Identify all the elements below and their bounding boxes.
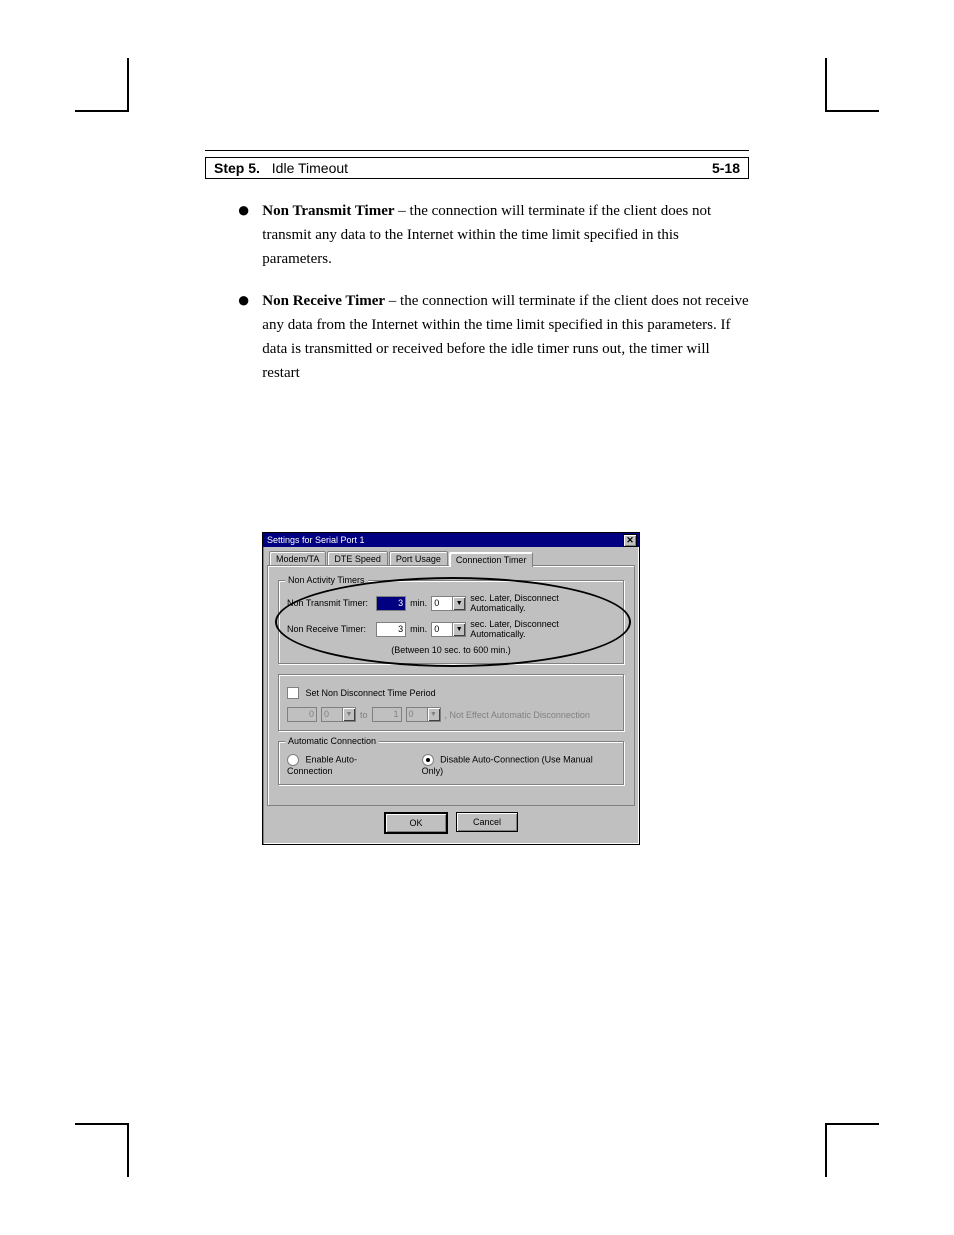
radio-icon	[422, 754, 434, 766]
step-label: Step 5.	[214, 160, 260, 176]
non-transmit-suffix: sec. Later, Disconnect Automatically.	[470, 593, 615, 613]
header-bar: Step 5. Idle Timeout 5-18	[205, 157, 749, 179]
bullet-item: ● Non Receive Timer – the connection wil…	[237, 289, 749, 385]
group-non-activity-timers: Non Activity Timers Non Transmit Timer: …	[278, 580, 624, 664]
dialog-title: Settings for Serial Port 1	[267, 535, 623, 545]
body-text: ● Non Transmit Timer – the connection wi…	[205, 179, 749, 413]
bullet-text: Non Transmit Timer – the connection will…	[262, 199, 749, 271]
non-receive-min-input[interactable]: 3	[376, 622, 406, 637]
radio-disable-auto[interactable]: Disable Auto-Connection (Use Manual Only…	[422, 754, 615, 776]
header-rule	[205, 150, 749, 151]
titlebar[interactable]: Settings for Serial Port 1 ✕	[263, 533, 639, 547]
nd-to-sep: to	[360, 710, 368, 720]
non-receive-sec-dropdown[interactable]: 0 ▼	[431, 622, 466, 637]
nd-from-h: 0	[287, 707, 317, 722]
non-transmit-min-input[interactable]: 3	[376, 596, 406, 611]
chevron-down-icon: ▼	[427, 707, 441, 722]
dialog-client: Modem/TA DTE Speed Port Usage Connection…	[263, 547, 639, 844]
ok-button[interactable]: OK	[384, 812, 448, 834]
chevron-down-icon[interactable]: ▼	[452, 596, 466, 611]
close-button[interactable]: ✕	[623, 534, 637, 547]
nd-to-m-dropdown: 0 ▼	[406, 707, 441, 722]
radio-disable-label: Disable Auto-Connection (Use Manual Only…	[422, 754, 593, 776]
bullet-bold: Non Transmit Timer	[262, 203, 394, 219]
crop-mark-br	[825, 1123, 879, 1177]
crop-mark-tl	[75, 58, 129, 112]
row-non-transmit: Non Transmit Timer: 3 min. 0 ▼ sec. Late…	[287, 593, 615, 613]
dialog-buttons: OK Cancel	[267, 806, 635, 840]
chevron-down-icon[interactable]: ▼	[452, 622, 466, 637]
close-icon: ✕	[626, 536, 634, 545]
radio-enable-auto[interactable]: Enable Auto-Connection	[287, 754, 402, 776]
non-transmit-sec-dropdown[interactable]: 0 ▼	[431, 596, 466, 611]
tab-dte-speed[interactable]: DTE Speed	[327, 551, 388, 566]
group-automatic-connection: Automatic Connection Enable Auto-Connect…	[278, 741, 624, 785]
tab-panel: Non Activity Timers Non Transmit Timer: …	[267, 565, 635, 806]
set-non-disconnect-checkbox[interactable]	[287, 687, 299, 699]
nd-to-m-value: 0	[406, 707, 427, 722]
nd-to-h: 1	[372, 707, 402, 722]
bullet-icon: ●	[237, 199, 250, 221]
settings-dialog: Settings for Serial Port 1 ✕ Modem/TA DT…	[262, 532, 640, 845]
bullet-item: ● Non Transmit Timer – the connection wi…	[237, 199, 749, 271]
range-hint: (Between 10 sec. to 600 min.)	[287, 645, 615, 655]
non-receive-suffix: sec. Later, Disconnect Automatically.	[470, 619, 615, 639]
bullet-text: Non Receive Timer – the connection will …	[262, 289, 749, 385]
unit-min: min.	[410, 624, 427, 634]
crop-mark-tr	[825, 58, 879, 112]
group-non-disconnect: Set Non Disconnect Time Period 0 0 ▼ to …	[278, 674, 624, 731]
auto-connection-row: Enable Auto-Connection Disable Auto-Conn…	[287, 754, 615, 776]
radio-icon	[287, 754, 299, 766]
non-transmit-sec-value: 0	[431, 596, 452, 611]
tab-modem-ta[interactable]: Modem/TA	[269, 551, 326, 566]
tab-strip: Modem/TA DTE Speed Port Usage Connection…	[267, 551, 635, 566]
bullet-icon: ●	[237, 289, 250, 311]
nd-from-m-value: 0	[321, 707, 342, 722]
tab-port-usage[interactable]: Port Usage	[389, 551, 448, 566]
header-left: Step 5. Idle Timeout	[214, 160, 348, 176]
nd-tail: , Not Effect Automatic Disconnection	[445, 710, 590, 720]
set-non-disconnect-label: Set Non Disconnect Time Period	[306, 688, 436, 698]
bullet-bold: Non Receive Timer	[262, 293, 385, 309]
step-text: Idle Timeout	[272, 160, 348, 176]
tab-connection-timer[interactable]: Connection Timer	[449, 552, 534, 567]
cancel-button[interactable]: Cancel	[456, 812, 518, 832]
nd-from-m-dropdown: 0 ▼	[321, 707, 356, 722]
row-non-disconnect-range: 0 0 ▼ to 1 0 ▼ , Not Effect Automatic Di…	[287, 707, 615, 722]
non-receive-sec-value: 0	[431, 622, 452, 637]
label-non-receive: Non Receive Timer:	[287, 624, 372, 634]
page-content: Step 5. Idle Timeout 5-18 ● Non Transmit…	[205, 150, 749, 413]
group-title: Non Activity Timers	[285, 575, 368, 585]
page-number: 5-18	[712, 160, 740, 176]
row-non-receive: Non Receive Timer: 3 min. 0 ▼ sec. Later…	[287, 619, 615, 639]
row-set-non-disconnect: Set Non Disconnect Time Period	[287, 687, 615, 699]
label-non-transmit: Non Transmit Timer:	[287, 598, 372, 608]
unit-min: min.	[410, 598, 427, 608]
crop-mark-bl	[75, 1123, 129, 1177]
group-title: Automatic Connection	[285, 736, 379, 746]
chevron-down-icon: ▼	[342, 707, 356, 722]
